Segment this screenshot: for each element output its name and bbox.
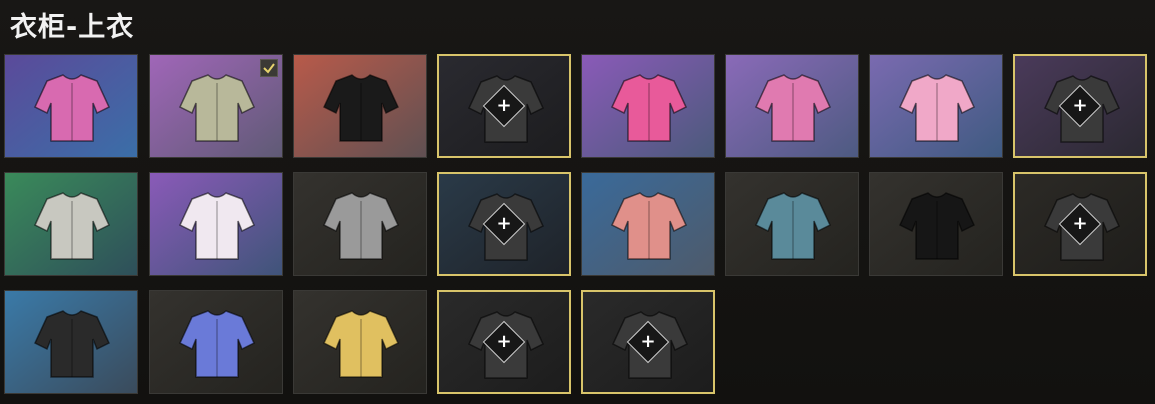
plus-icon: +: [496, 95, 512, 116]
wardrobe-item-dragon-tshirt[interactable]: [4, 290, 138, 394]
item-thumbnail: [150, 291, 282, 393]
wardrobe-item-white-pink-jacket[interactable]: [149, 172, 283, 276]
item-thumbnail: [294, 55, 426, 157]
wardrobe-item-camo-crop-jacket[interactable]: [149, 54, 283, 158]
wardrobe-item-grey-tshirt-1[interactable]: +: [437, 290, 571, 394]
wardrobe-item-tribal-vest[interactable]: [4, 54, 138, 158]
plus-icon: +: [1072, 95, 1088, 116]
wardrobe-item-camo-coat[interactable]: +: [1013, 172, 1147, 276]
checkmark-glyph: [263, 63, 275, 74]
wardrobe-grid: + + + + + +: [4, 54, 1152, 404]
wardrobe-item-pink-tshirt[interactable]: [869, 54, 1003, 158]
wardrobe-item-pink-sweater[interactable]: [725, 54, 859, 158]
wardrobe-item-black-jacket[interactable]: +: [1013, 54, 1147, 158]
wardrobe-item-heart-crop-top[interactable]: [581, 54, 715, 158]
page-title: 衣柜-上衣: [10, 12, 135, 43]
item-thumbnail: [870, 173, 1002, 275]
item-thumbnail: [294, 173, 426, 275]
wardrobe-screen: 衣柜-上衣 + + + + + +: [0, 0, 1155, 404]
item-thumbnail: [5, 291, 137, 393]
item-thumbnail: [582, 55, 714, 157]
wardrobe-item-black-hoodie[interactable]: [869, 172, 1003, 276]
item-thumbnail: [582, 173, 714, 275]
wardrobe-item-silver-bomber[interactable]: [4, 172, 138, 276]
wardrobe-item-gold-jacket[interactable]: [293, 290, 427, 394]
wardrobe-item-grey-red-jacket[interactable]: [293, 172, 427, 276]
item-thumbnail: [5, 173, 137, 275]
plus-icon: +: [1072, 213, 1088, 234]
plus-icon: +: [496, 213, 512, 234]
plus-icon: +: [640, 331, 656, 352]
equipped-check-icon: [260, 59, 278, 77]
checkmark-path: [263, 63, 275, 74]
wardrobe-item-purple-hoodie[interactable]: [149, 290, 283, 394]
wardrobe-item-floral-shirt[interactable]: [725, 172, 859, 276]
item-thumbnail: [150, 173, 282, 275]
plus-icon: +: [496, 331, 512, 352]
item-thumbnail: [5, 55, 137, 157]
item-thumbnail: [870, 55, 1002, 157]
wardrobe-item-black-bodysuit[interactable]: [293, 54, 427, 158]
item-thumbnail: [726, 173, 858, 275]
item-thumbnail: [294, 291, 426, 393]
wardrobe-item-tube-top[interactable]: +: [437, 54, 571, 158]
wardrobe-item-grey-tank[interactable]: +: [437, 172, 571, 276]
item-thumbnail: [726, 55, 858, 157]
wardrobe-item-grey-tshirt-2[interactable]: +: [581, 290, 715, 394]
wardrobe-item-pink-blouse[interactable]: [581, 172, 715, 276]
